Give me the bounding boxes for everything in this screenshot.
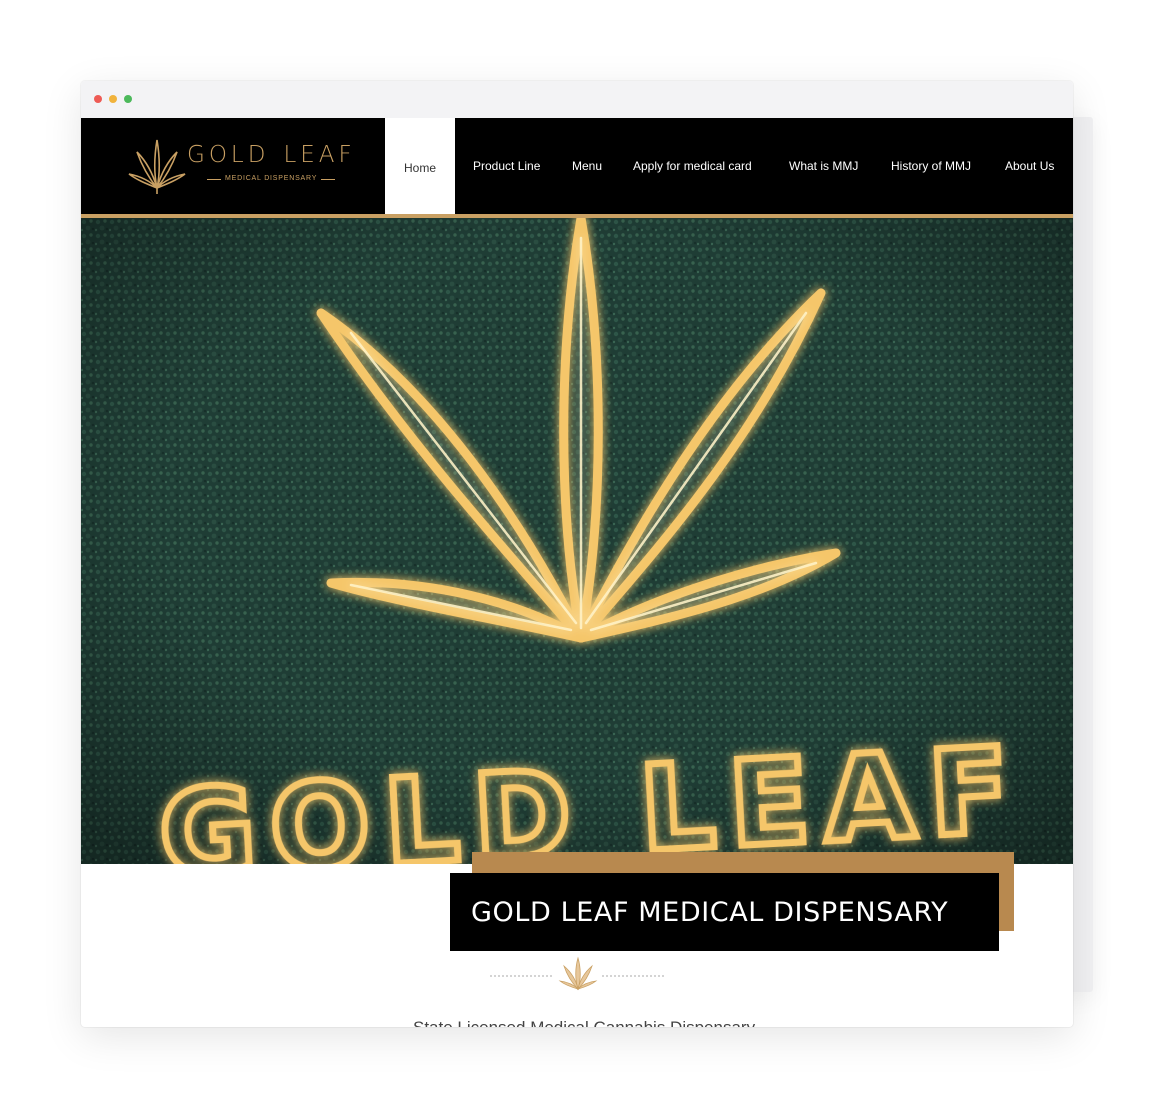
logo-word-gold: GOLD xyxy=(187,142,270,168)
logo-subtitle: MEDICAL DISPENSARY xyxy=(225,175,318,182)
nav-about-us[interactable]: About Us xyxy=(1005,118,1054,214)
browser-window: GOLD LEAF MEDICAL DISPENSARY Home Product… xyxy=(81,81,1073,1027)
nav-product-line[interactable]: Product Line xyxy=(473,118,540,214)
title-banner: GOLD LEAF MEDICAL DISPENSARY xyxy=(450,873,999,951)
nav-history-of-mmj[interactable]: History of MMJ xyxy=(891,118,971,214)
page-title: GOLD LEAF MEDICAL DISPENSARY xyxy=(471,896,949,928)
close-dot[interactable] xyxy=(94,95,102,103)
minimize-dot[interactable] xyxy=(109,95,117,103)
logo-rule-right xyxy=(321,179,335,180)
intro-text: State Licensed Medical Cannabis Dispensa… xyxy=(413,1018,755,1027)
nav-home[interactable]: Home xyxy=(385,118,455,218)
cannabis-leaf-icon xyxy=(128,139,186,194)
nav-apply-medical-card[interactable]: Apply for medical card xyxy=(633,118,752,214)
maximize-dot[interactable] xyxy=(124,95,132,103)
site-header: GOLD LEAF MEDICAL DISPENSARY Home Product… xyxy=(81,118,1073,218)
logo-wordmark: GOLD LEAF xyxy=(187,142,356,168)
small-leaf-icon xyxy=(558,956,598,991)
logo-rule-left xyxy=(207,179,221,180)
site-logo[interactable]: GOLD LEAF MEDICAL DISPENSARY xyxy=(125,132,352,196)
leaf-divider xyxy=(490,956,666,991)
nav-what-is-mmj[interactable]: What is MMJ xyxy=(789,118,858,214)
nav-menu[interactable]: Menu xyxy=(572,118,602,214)
browser-chrome xyxy=(81,81,1073,118)
logo-word-leaf: LEAF xyxy=(283,142,356,168)
hero-image: GOLD LEAF xyxy=(81,218,1073,864)
